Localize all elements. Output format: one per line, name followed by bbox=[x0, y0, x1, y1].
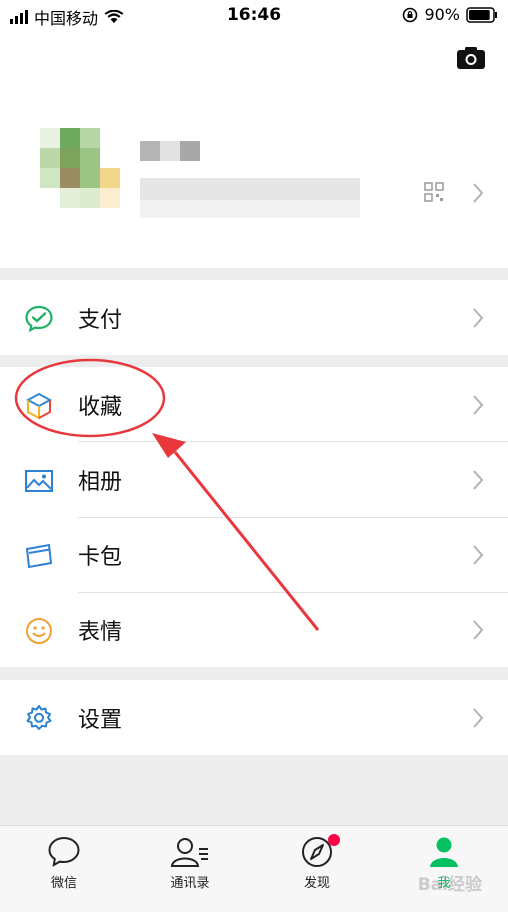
tab-chats[interactable]: 微信 bbox=[24, 836, 104, 891]
tab-bar: 微信 通讯录 发现 我 Bai经验 bbox=[0, 825, 508, 912]
tab-discover[interactable]: 发现 bbox=[277, 834, 357, 891]
annotation-overlay bbox=[14, 358, 320, 631]
notification-dot bbox=[328, 834, 340, 846]
watermark: Bai经验 bbox=[417, 875, 482, 895]
annotation-arrow bbox=[173, 451, 320, 631]
tab-label: 微信 bbox=[50, 876, 77, 891]
tab-label: 发现 bbox=[303, 876, 330, 891]
tab-contacts[interactable]: 通讯录 bbox=[150, 836, 230, 891]
tab-label: 通讯录 bbox=[170, 876, 210, 891]
annotation-ellipse bbox=[14, 358, 166, 438]
chat-bubble-icon bbox=[48, 836, 80, 867]
contacts-icon bbox=[170, 838, 208, 867]
person-icon bbox=[430, 837, 458, 867]
annotation-arrowhead bbox=[152, 433, 186, 458]
